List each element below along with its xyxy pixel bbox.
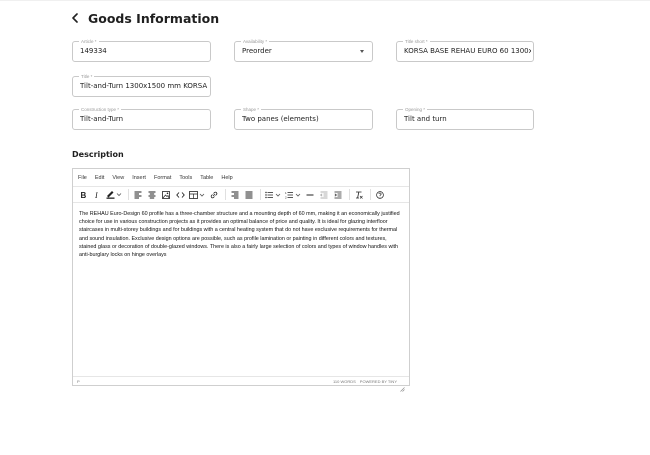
bold-icon[interactable]: B: [77, 189, 89, 201]
availability-value: Preorder: [242, 47, 272, 55]
menu-file[interactable]: File: [78, 175, 87, 181]
horizontal-rule-icon[interactable]: [304, 189, 316, 201]
svg-text:1: 1: [285, 191, 287, 195]
toolbar-separator: [128, 189, 129, 200]
element-path: P: [77, 378, 80, 384]
toolbar-separator: [349, 189, 350, 200]
shape-field[interactable]: Shape * Two panes (elements): [234, 106, 373, 130]
opening-field[interactable]: Opening * Tilt and turn: [396, 106, 534, 130]
indent-icon[interactable]: [332, 189, 344, 201]
article-value: 149334: [80, 47, 107, 55]
toolbar-separator: [370, 189, 371, 200]
clear-formatting-icon[interactable]: [353, 189, 365, 201]
title-value: Tilt-and-Turn 1300x1500 mm KORSA BASE: [80, 82, 208, 90]
title-short-field[interactable]: Title short * KORSA BASE REHAU EURO 60 1…: [396, 38, 534, 62]
menu-tools[interactable]: Tools: [179, 175, 192, 181]
editor-content[interactable]: The REHAU Euro-Design 60 profile has a t…: [79, 210, 403, 259]
numbered-list-icon[interactable]: 12: [284, 189, 302, 201]
page-title: Goods Information: [88, 10, 220, 26]
shape-value: Two panes (elements): [242, 115, 319, 123]
menu-insert[interactable]: Insert: [132, 175, 146, 181]
status-right: 110 WORDS POWERED BY TINY: [333, 379, 405, 392]
article-field[interactable]: Article * 149334: [72, 38, 211, 62]
svg-text:I: I: [94, 191, 98, 199]
menu-view[interactable]: View: [112, 175, 124, 181]
toolbar-separator: [260, 189, 261, 200]
align-right-icon[interactable]: [229, 189, 241, 201]
rich-text-editor[interactable]: File Edit View Insert Format Tools Table…: [72, 168, 410, 392]
align-center-icon[interactable]: [146, 189, 158, 201]
bullet-list-icon[interactable]: [264, 189, 282, 201]
construction-type-field[interactable]: Construction type * Tilt-and-Turn: [72, 106, 211, 130]
link-icon[interactable]: [208, 189, 220, 201]
justify-icon[interactable]: [243, 189, 255, 201]
editor-toolbar: B I 12: [73, 186, 409, 203]
text-color-icon[interactable]: [105, 189, 123, 201]
svg-text:B: B: [81, 191, 87, 199]
page-header: Goods Information: [68, 9, 219, 27]
chevron-down-icon[interactable]: [360, 50, 364, 53]
editor-menubar: File Edit View Insert Format Tools Table…: [73, 169, 409, 186]
align-left-icon[interactable]: [132, 189, 144, 201]
code-icon[interactable]: [174, 189, 186, 201]
title-short-value: KORSA BASE REHAU EURO 60 1300x1500: [404, 47, 531, 55]
word-count[interactable]: 110 WORDS: [333, 379, 356, 384]
menu-format[interactable]: Format: [154, 175, 171, 181]
italic-icon[interactable]: I: [91, 189, 103, 201]
resize-handle-icon[interactable]: [400, 379, 405, 392]
menu-help[interactable]: Help: [221, 175, 232, 181]
construction-type-value: Tilt-and-Turn: [80, 115, 124, 123]
title-field[interactable]: Title * Tilt-and-Turn 1300x1500 mm KORSA…: [72, 73, 211, 97]
table-icon[interactable]: [188, 189, 206, 201]
back-chevron-icon[interactable]: [68, 11, 82, 25]
menu-table[interactable]: Table: [200, 175, 213, 181]
outdent-icon[interactable]: [318, 189, 330, 201]
availability-select[interactable]: Availability * Preorder: [234, 38, 373, 62]
powered-by-link[interactable]: POWERED BY TINY: [360, 379, 397, 384]
image-icon[interactable]: [160, 189, 172, 201]
opening-value: Tilt and turn: [404, 115, 447, 123]
menu-edit[interactable]: Edit: [95, 175, 104, 181]
svg-text:2: 2: [285, 195, 287, 199]
help-icon[interactable]: [374, 189, 386, 201]
top-divider: [0, 0, 650, 1]
description-heading: Description: [72, 150, 124, 159]
toolbar-separator: [225, 189, 226, 200]
editor-statusbar: P 110 WORDS POWERED BY TINY: [73, 376, 409, 392]
